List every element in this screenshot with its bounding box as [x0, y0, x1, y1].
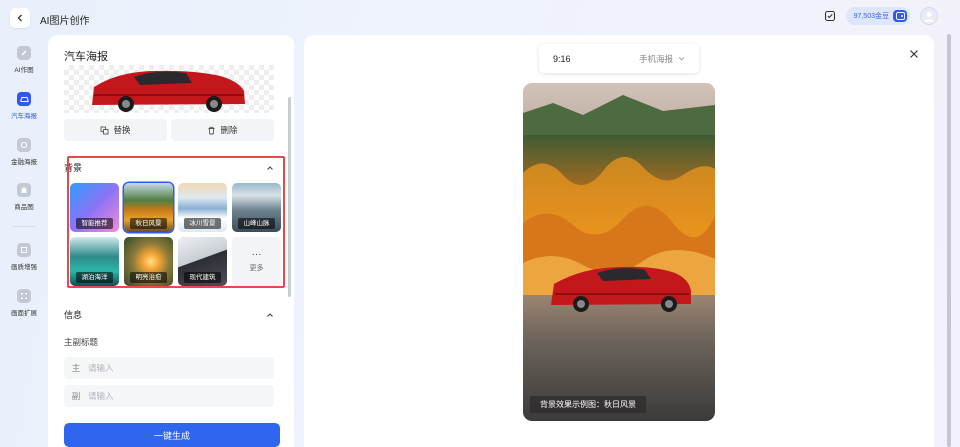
close-button[interactable]: [907, 47, 921, 61]
nav-item-ai-draw[interactable]: AI作图: [0, 46, 48, 74]
delete-button[interactable]: 删除: [171, 119, 274, 141]
task-check-icon[interactable]: [824, 10, 836, 22]
replace-button[interactable]: 替换: [64, 119, 167, 141]
main-title-input[interactable]: [88, 363, 258, 373]
ai-draw-icon: [17, 46, 31, 60]
nav-item-quality-enhance[interactable]: 画质增强: [0, 243, 48, 271]
main-title-field[interactable]: 主: [64, 357, 274, 379]
chevron-up-icon: [267, 312, 273, 317]
chevron-down-icon: [678, 57, 685, 61]
bg-option-more[interactable]: ··· 更多: [232, 237, 281, 286]
wallet-icon: [893, 10, 907, 22]
expand-icon: [17, 289, 31, 303]
nav-item-car-poster[interactable]: 汽车海报: [0, 92, 48, 120]
info-section-header[interactable]: 信息: [64, 308, 274, 321]
chevron-left-icon: [17, 14, 22, 22]
coin-balance[interactable]: 97,503金豆: [845, 7, 910, 25]
window-scrollbar[interactable]: [946, 34, 952, 447]
poster-type: 手机海报: [638, 53, 673, 64]
sub-title-prefix: 副: [71, 391, 81, 401]
preview-caption: 背景效果示例图：秋日风景: [530, 396, 646, 413]
bg-option-glacier[interactable]: 冰川雪景: [178, 183, 227, 232]
trash-icon: [208, 126, 215, 134]
app-title: AI图片创作: [40, 16, 90, 27]
replace-icon: [101, 126, 109, 134]
bg-option-autumn[interactable]: 秋日风景: [124, 183, 173, 232]
nav-item-product-image[interactable]: 商品图: [0, 183, 48, 211]
sub-title-input[interactable]: [88, 391, 258, 401]
background-options-highlight: 智能推荐 秋日风景 冰川雪景 山峰山脉 湖泊海洋 明亮治愈 现代建筑 ··· 更…: [67, 156, 285, 288]
enhance-icon: [17, 243, 31, 257]
panel-title: 汽车海报: [64, 51, 108, 63]
panel-scrollbar[interactable]: [288, 97, 291, 297]
bag-icon: [17, 183, 31, 197]
info-section-title: 信息: [64, 310, 83, 320]
bg-option-modern-architecture[interactable]: 现代建筑: [178, 237, 227, 286]
nav-item-canvas-expand[interactable]: 画面扩展: [0, 289, 48, 317]
more-label: 更多: [249, 264, 264, 272]
preview-panel: 9:16 手机海报 背景效果示例图：秋日风景: [304, 35, 934, 447]
window-scrollbar-thumb[interactable]: [947, 34, 951, 447]
user-icon: [924, 11, 934, 22]
bg-option-bright-healing[interactable]: 明亮治愈: [124, 237, 173, 286]
finance-icon: [17, 138, 31, 152]
bg-option-smart-recommend[interactable]: 智能推荐: [70, 183, 119, 232]
nav-item-finance-poster[interactable]: 金融海报: [0, 138, 48, 166]
close-icon: [910, 50, 918, 58]
uploaded-car-image: [64, 65, 274, 113]
generate-button[interactable]: 一键生成: [64, 423, 280, 447]
top-bar: AI图片创作 97,503金豆: [0, 0, 960, 34]
bg-option-mountains[interactable]: 山峰山脉: [232, 183, 281, 232]
settings-panel: 汽车海报 替换 删除 背景 智能推荐 秋日风景 冰川雪景 山峰山脉 湖泊海洋 明…: [48, 35, 294, 447]
avatar[interactable]: [920, 7, 938, 25]
sub-title-field[interactable]: 副: [64, 385, 274, 407]
more-icon: ···: [251, 248, 262, 260]
back-button[interactable]: [10, 8, 30, 28]
nav-divider: [12, 226, 36, 227]
main-title-prefix: 主: [71, 363, 81, 373]
title-field-label: 主副标题: [64, 337, 99, 347]
coin-balance-text: 97,503金豆: [853, 13, 889, 20]
poster-preview: 背景效果示例图：秋日风景: [523, 83, 715, 421]
bg-option-lake-ocean[interactable]: 湖泊海洋: [70, 237, 119, 286]
size-dropdown[interactable]: 9:16 手机海报: [539, 44, 699, 73]
aspect-ratio: 9:16: [553, 53, 571, 64]
car-icon: [17, 92, 31, 106]
